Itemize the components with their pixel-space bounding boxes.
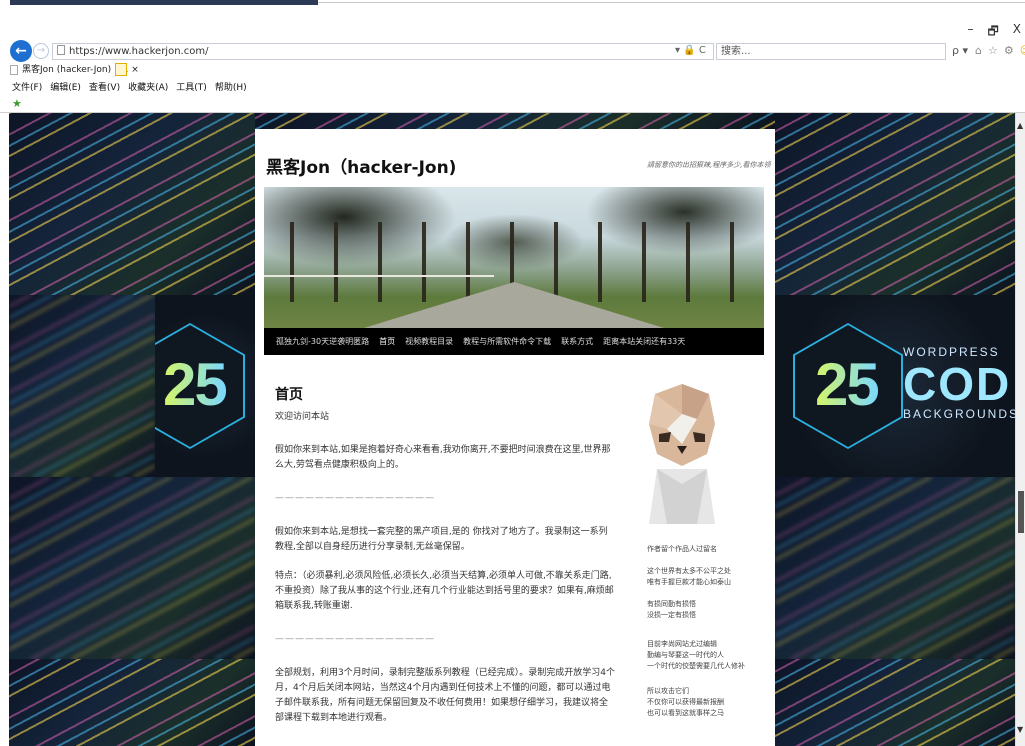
sidebar-line: 勤编与琴要这一时代的人	[647, 651, 724, 659]
main-nav: 孤独九剑-30天逆袭明匿路 首页 视频教程目录 教程与所需软件命令下载 联系方式…	[264, 328, 764, 355]
nav-item-course[interactable]: 孤独九剑-30天逆袭明匿路	[276, 336, 369, 347]
main-content: 首页 欢迎访问本站 假如你来到本站,如果是抱着好奇心来看看,我劝你离开,不要把时…	[275, 384, 615, 726]
menu-bar: 文件(F) 编辑(E) 查看(V) 收藏夹(A) 工具(T) 帮助(H)	[12, 80, 247, 94]
paragraph: 全部规划，利用3个月时间，录制完整版系列教程（已经完成）。录制完成开放学习4个月…	[275, 668, 615, 723]
window-controls: – 🗗 X	[967, 22, 1021, 43]
address-tools[interactable]: ▾ 🔒 C	[675, 45, 706, 56]
hero-path	[364, 282, 664, 328]
nav-item-countdown[interactable]: 距离本站关闭还有33天	[603, 336, 685, 347]
sidebar-line: 不仅你可以获得最新报酬	[647, 698, 724, 706]
page-icon	[57, 45, 65, 55]
title-accent	[10, 0, 318, 5]
minimize-button[interactable]: –	[967, 22, 973, 43]
header-image	[264, 187, 764, 328]
bg-code-tile	[9, 659, 255, 746]
sidebar-line: 一个时代的佼楚需要几代人修补	[647, 662, 745, 670]
forward-arrow-icon[interactable]: →	[33, 43, 49, 59]
settings-gear-icon[interactable]: ⚙	[1004, 44, 1014, 57]
home-icon[interactable]: ⌂	[975, 44, 982, 57]
sidebar-line: 也可以看到这就事样之马	[647, 709, 724, 717]
sidebar-line: 目前李尚网站尤过编辑	[647, 640, 717, 648]
menu-favorites[interactable]: 收藏夹(A)	[128, 80, 168, 94]
scrollbar-thumb[interactable]	[1018, 491, 1024, 533]
menu-file[interactable]: 文件(F)	[12, 80, 42, 94]
bg-number: 25	[163, 351, 228, 418]
bg-brand-bottom: BACKGROUNDS	[903, 407, 1015, 421]
close-window-button[interactable]: X	[1013, 22, 1021, 43]
page-viewport: 25 25 WORDPRESS COD BACKGROUNDS 黑客Jon（ha…	[9, 113, 1015, 746]
search-input[interactable]: 搜索...	[716, 43, 946, 60]
paragraph: 特点：（必须暴利,必须风险低,必须长久,必须当天结算,必须单人可做,不靠关系走门…	[275, 571, 614, 611]
title-line	[318, 2, 1025, 3]
menu-help[interactable]: 帮助(H)	[215, 80, 247, 94]
paragraph: 假如你来到本站,如果是抱着好奇心来看看,我劝你离开,不要把时间浪费在这里,世界那…	[275, 445, 611, 470]
bg-hex-tile: 25	[155, 295, 255, 477]
bg-code-tile	[9, 295, 155, 477]
favorites-star-icon[interactable]: ☆	[988, 44, 998, 57]
nav-item-video-index[interactable]: 视频教程目录	[405, 336, 453, 347]
page-heading: 首页	[275, 387, 303, 403]
nav-item-home[interactable]: 首页	[379, 336, 395, 347]
bg-brand-big: COD	[903, 358, 1012, 410]
bg-code-tile	[775, 477, 1015, 659]
nav-item-contact[interactable]: 联系方式	[561, 336, 593, 347]
address-text: https://www.hackerjon.com/	[69, 46, 209, 57]
site-card: 黑客Jon（hacker-Jon) 請留意你的出招狠辣,程序多少,看你本领 孤独…	[255, 129, 775, 746]
title-bar: – 🗗 X	[0, 0, 1025, 40]
feedback-smiley-icon[interactable]: ☺	[1020, 44, 1025, 57]
sidebar-line: 没损一定有损悟	[647, 611, 696, 619]
sidebar-caption: 作者留个作品人过留名	[647, 545, 717, 553]
bg-code-tile	[775, 113, 1015, 295]
address-bar[interactable]: https://www.hackerjon.com/	[52, 43, 714, 60]
new-tab-button[interactable]	[115, 63, 127, 76]
scroll-up-icon[interactable]: ▲	[1017, 121, 1023, 130]
sidebar-line: 唯有手握巨款才能心如泰山	[647, 578, 731, 586]
menu-tools[interactable]: 工具(T)	[176, 80, 207, 94]
divider: ————————————————	[275, 634, 435, 644]
avatar	[649, 384, 715, 524]
menu-view[interactable]: 查看(V)	[89, 80, 120, 94]
bg-code-tile	[9, 113, 255, 295]
sidebar-line: 这个世界有太多不公平之处	[647, 567, 731, 575]
add-favorites-icon[interactable]: ★	[12, 97, 22, 110]
search-icon[interactable]: ρ ▾	[952, 44, 968, 57]
vertical-scrollbar[interactable]: ▲ ▼	[1015, 113, 1025, 746]
browser-toolbar-icons: ⌂ ☆ ⚙ ☺	[975, 44, 1025, 57]
sidebar-line: 所以攻击它们	[647, 687, 689, 695]
restore-button[interactable]: 🗗	[987, 22, 998, 43]
bg-code-tile	[9, 477, 255, 659]
nav-item-downloads[interactable]: 教程与所需软件命令下载	[463, 336, 551, 347]
bg-number: 25	[815, 351, 880, 418]
site-description: 請留意你的出招狠辣,程序多少,看你本领	[647, 161, 771, 169]
menu-edit[interactable]: 编辑(E)	[50, 80, 81, 94]
back-arrow-icon[interactable]: ←	[10, 40, 32, 62]
divider: ————————————————	[275, 493, 435, 503]
hero-fence	[264, 275, 494, 277]
scroll-down-icon[interactable]: ▼	[1017, 725, 1023, 734]
tab-favicon	[10, 65, 18, 75]
bg-code-tile	[775, 659, 1015, 746]
site-title[interactable]: 黑客Jon（hacker-Jon)	[266, 153, 456, 178]
sidebar-line: 有损同勤有损悟	[647, 600, 696, 608]
bg-hex-tile: 25 WORDPRESS COD BACKGROUNDS	[775, 295, 1015, 477]
welcome-text: 欢迎访问本站	[275, 412, 330, 422]
paragraph: 假如你来到本站,是想找一套完整的黑产项目,是的 你找对了地方了。我录制这一系列教…	[275, 527, 608, 552]
